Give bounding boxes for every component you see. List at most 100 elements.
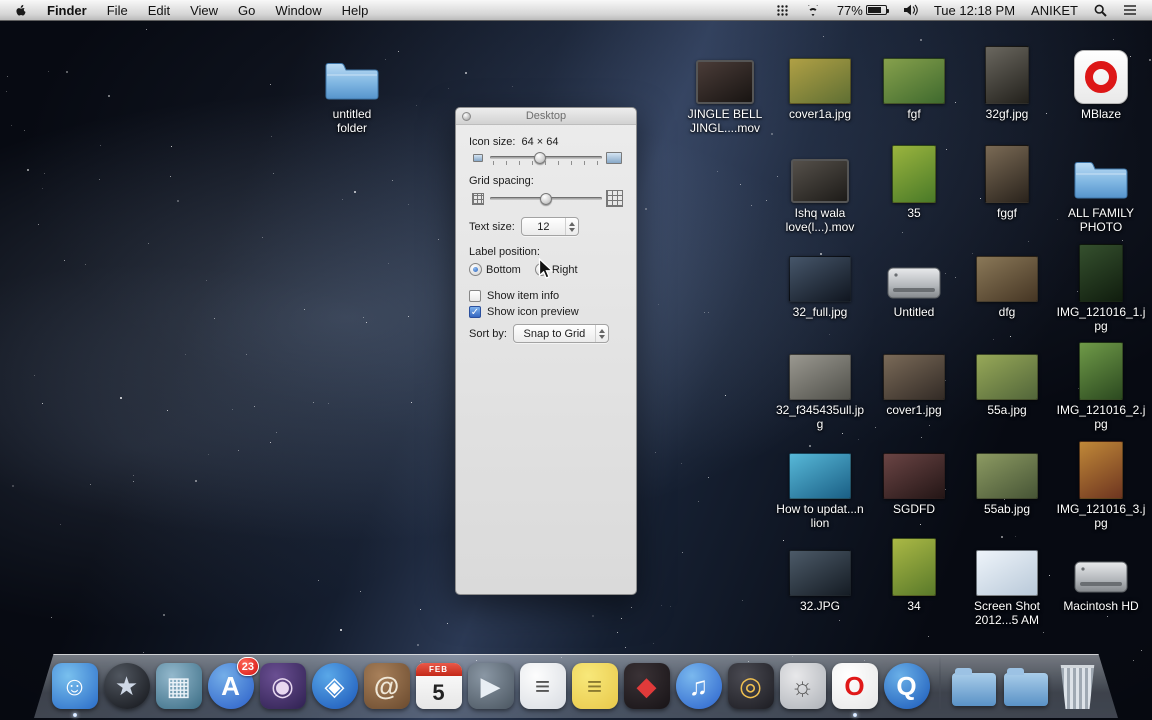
- desktop-icon-fgf[interactable]: fgf: [867, 38, 961, 121]
- dock-items: ☺★▦A23◉◈@FEB5▶≡≡◆♫◎☼OQ: [34, 657, 1118, 709]
- desktop-icon-mblaze[interactable]: MBlaze: [1054, 38, 1148, 121]
- thumbnail: [789, 550, 851, 596]
- desktop-icon-32-full-jpg[interactable]: 32_full.jpg: [773, 236, 867, 319]
- clock-menu[interactable]: Tue 12:18 PM: [927, 0, 1022, 21]
- dock-reminders[interactable]: ≡: [519, 662, 566, 709]
- desktop-icon-55a-jpg[interactable]: 55a.jpg: [960, 334, 1054, 417]
- desktop-icon-img-121016-3-jpg[interactable]: IMG_121016_3.jpg: [1054, 433, 1148, 530]
- glyph: ◎: [739, 671, 762, 702]
- thumbnail: [985, 145, 1029, 203]
- desktop-icon-ishq-wala-love-l-mov[interactable]: Ishq wala love(l...).mov: [773, 137, 867, 234]
- dock-facetime[interactable]: ▶: [467, 662, 514, 709]
- file-label: fggf: [960, 206, 1054, 220]
- menu-view[interactable]: View: [180, 0, 228, 21]
- desktop-icon-cover1-jpg[interactable]: cover1.jpg: [867, 334, 961, 417]
- glyph: ≡: [587, 671, 602, 702]
- icon-size-slider-thumb[interactable]: [534, 152, 546, 164]
- menu-app-name[interactable]: Finder: [37, 0, 97, 21]
- dock-trash[interactable]: [1054, 662, 1101, 709]
- desktop-icon-untitled-folder[interactable]: untitled folder: [305, 38, 399, 135]
- wifi-menu[interactable]: [798, 0, 828, 21]
- show-icon-preview-row[interactable]: ✓ Show icon preview: [469, 306, 623, 318]
- file-label: 35: [867, 206, 961, 220]
- user-menu[interactable]: ANIKET: [1024, 0, 1085, 21]
- desktop-icon-35[interactable]: 35: [867, 137, 961, 220]
- dock-mission-control[interactable]: ▦: [155, 662, 202, 709]
- desktop-icon-cover1a-jpg[interactable]: cover1a.jpg: [773, 38, 867, 121]
- dock-safari[interactable]: ◈: [311, 662, 358, 709]
- spotlight-menu[interactable]: [1087, 0, 1114, 21]
- dock-itunes[interactable]: ♫: [675, 662, 722, 709]
- grid-spacing-slider-track[interactable]: [490, 192, 602, 206]
- wifi-icon: [805, 5, 821, 16]
- apple-menu[interactable]: [4, 0, 37, 21]
- image-icon: [976, 334, 1038, 400]
- show-item-info-checkbox[interactable]: [469, 290, 481, 302]
- desktop-icon-fggf[interactable]: fggf: [960, 137, 1054, 220]
- desktop-icon-jingle-bell-jingl-mov[interactable]: JINGLE BELL JINGL....mov: [678, 38, 772, 135]
- dock-documents-folder[interactable]: [1002, 662, 1049, 709]
- dock-media-app[interactable]: ◆: [623, 662, 670, 709]
- sound-menu[interactable]: [896, 0, 925, 21]
- label-position-bottom-radio[interactable]: Bottom: [469, 263, 521, 276]
- image-icon: [789, 433, 851, 499]
- downloads-folder-icon: [952, 673, 996, 706]
- desktop-icon-macintosh-hd[interactable]: Macintosh HD: [1054, 530, 1148, 613]
- dock-contacts[interactable]: @: [363, 662, 410, 709]
- desktop-icon-screen-shot-2012-5-am[interactable]: Screen Shot 2012...5 AM: [960, 530, 1054, 627]
- desktop-icon-all-family-photo[interactable]: ALL FAMILY PHOTO: [1054, 137, 1148, 234]
- battery-percent: 77%: [837, 3, 863, 18]
- desktop-icon-img-121016-1-jpg[interactable]: IMG_121016_1.jpg: [1054, 236, 1148, 333]
- dock-iphoto[interactable]: ◎: [727, 662, 774, 709]
- dock-quicktime[interactable]: Q: [883, 662, 930, 709]
- desktop-icon-untitled[interactable]: Untitled: [867, 236, 961, 319]
- menu-go[interactable]: Go: [228, 0, 265, 21]
- icon-size-slider-track[interactable]: [490, 151, 602, 165]
- desktop-icon-32-f345435ull-jpg[interactable]: 32_f345435ull.jpg: [773, 334, 867, 431]
- dock-finder[interactable]: ☺: [51, 662, 98, 709]
- menu-edit[interactable]: Edit: [138, 0, 180, 21]
- show-item-info-row[interactable]: Show item info: [469, 290, 623, 302]
- show-icon-preview-checkbox[interactable]: ✓: [469, 306, 481, 318]
- desktop-icon-img-121016-2-jpg[interactable]: IMG_121016_2.jpg: [1054, 334, 1148, 431]
- desktop-icon-55ab-jpg[interactable]: 55ab.jpg: [960, 433, 1054, 516]
- desktop-icon-sgdfd[interactable]: SGDFD: [867, 433, 961, 516]
- notification-center-menu[interactable]: [1116, 0, 1144, 21]
- image-icon: [883, 334, 945, 400]
- desktop-icon-how-to-updat-n-lion[interactable]: How to updat...n lion: [773, 433, 867, 530]
- finder-icon: ☺: [52, 663, 98, 709]
- itunes-icon: ♫: [676, 663, 722, 709]
- text-size-popup[interactable]: 12: [521, 217, 579, 236]
- desktop: Finder File Edit View Go Window Help 77%: [0, 0, 1152, 720]
- desktop-icon-dfg[interactable]: dfg: [960, 236, 1054, 319]
- desktop-icon-34[interactable]: 34: [867, 530, 961, 613]
- dock-app-store[interactable]: A23: [207, 662, 254, 709]
- desktop-icon-32-jpg[interactable]: 32.JPG: [773, 530, 867, 613]
- opera-icon: O: [832, 663, 878, 709]
- sort-by-popup[interactable]: Snap to Grid: [513, 324, 609, 343]
- dock-photo-booth[interactable]: ◉: [259, 662, 306, 709]
- dock-system-preferences[interactable]: ☼: [779, 662, 826, 709]
- menu-window[interactable]: Window: [265, 0, 331, 21]
- panel-titlebar[interactable]: Desktop: [456, 108, 636, 125]
- photo-booth-icon: ◉: [260, 663, 306, 709]
- menu-file[interactable]: File: [97, 0, 138, 21]
- battery-menu[interactable]: 77%: [830, 0, 894, 21]
- dock-notes[interactable]: ≡: [571, 662, 618, 709]
- glyph: A: [221, 671, 240, 702]
- menu-help[interactable]: Help: [332, 0, 379, 21]
- grid-spacing-slider-thumb[interactable]: [540, 193, 552, 205]
- thumbnail: [789, 354, 851, 400]
- dots-grid-menu[interactable]: [769, 0, 796, 21]
- dock-opera[interactable]: O: [831, 662, 878, 709]
- glyph: ☼: [791, 671, 815, 702]
- image-icon: [892, 530, 936, 596]
- desktop-icon-32gf-jpg[interactable]: 32gf.jpg: [960, 38, 1054, 121]
- image-icon: [1079, 334, 1123, 400]
- radio-button-bottom[interactable]: [469, 263, 482, 276]
- close-button[interactable]: [462, 112, 471, 121]
- dock-launchpad[interactable]: ★: [103, 662, 150, 709]
- dock-calendar[interactable]: FEB5: [415, 662, 462, 709]
- label-position-label: Label position:: [469, 246, 540, 258]
- dock-downloads-folder[interactable]: [950, 662, 997, 709]
